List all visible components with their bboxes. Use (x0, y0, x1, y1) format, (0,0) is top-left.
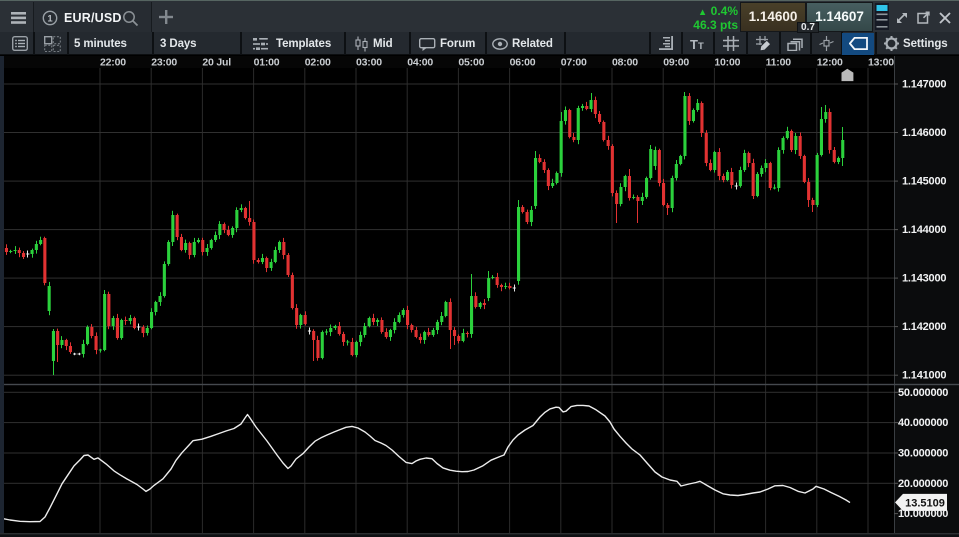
svg-text:12:00: 12:00 (817, 57, 843, 69)
svg-text:23:00: 23:00 (151, 57, 177, 69)
svg-text:20.000000: 20.000000 (898, 478, 948, 490)
svg-text:30.000000: 30.000000 (898, 448, 948, 460)
svg-text:13:00: 13:00 (868, 57, 894, 69)
svg-text:08:00: 08:00 (612, 57, 638, 69)
svg-text:13.5109: 13.5109 (905, 497, 945, 509)
svg-text:06:00: 06:00 (510, 57, 536, 69)
svg-text:04:00: 04:00 (407, 57, 433, 69)
svg-text:1.144000: 1.144000 (902, 224, 946, 236)
svg-text:1.142000: 1.142000 (902, 321, 946, 333)
svg-text:50.000000: 50.000000 (898, 387, 948, 399)
svg-text:05:00: 05:00 (458, 57, 484, 69)
svg-text:1.146000: 1.146000 (902, 127, 946, 139)
svg-text:1.147000: 1.147000 (902, 79, 946, 91)
svg-text:22:00: 22:00 (100, 57, 126, 69)
svg-text:1.143000: 1.143000 (902, 273, 946, 285)
svg-text:11:00: 11:00 (766, 57, 792, 69)
svg-text:01:00: 01:00 (254, 57, 280, 69)
svg-text:1: 1 (47, 14, 53, 25)
svg-text:02:00: 02:00 (305, 57, 331, 69)
svg-text:03:00: 03:00 (356, 57, 382, 69)
svg-text:40.000000: 40.000000 (898, 417, 948, 429)
svg-text:1.141000: 1.141000 (902, 370, 946, 382)
svg-text:10:00: 10:00 (714, 57, 740, 69)
svg-text:09:00: 09:00 (663, 57, 689, 69)
svg-text:20 Jul: 20 Jul (202, 57, 231, 69)
svg-text:07:00: 07:00 (561, 57, 587, 69)
svg-text:1.145000: 1.145000 (902, 176, 946, 188)
